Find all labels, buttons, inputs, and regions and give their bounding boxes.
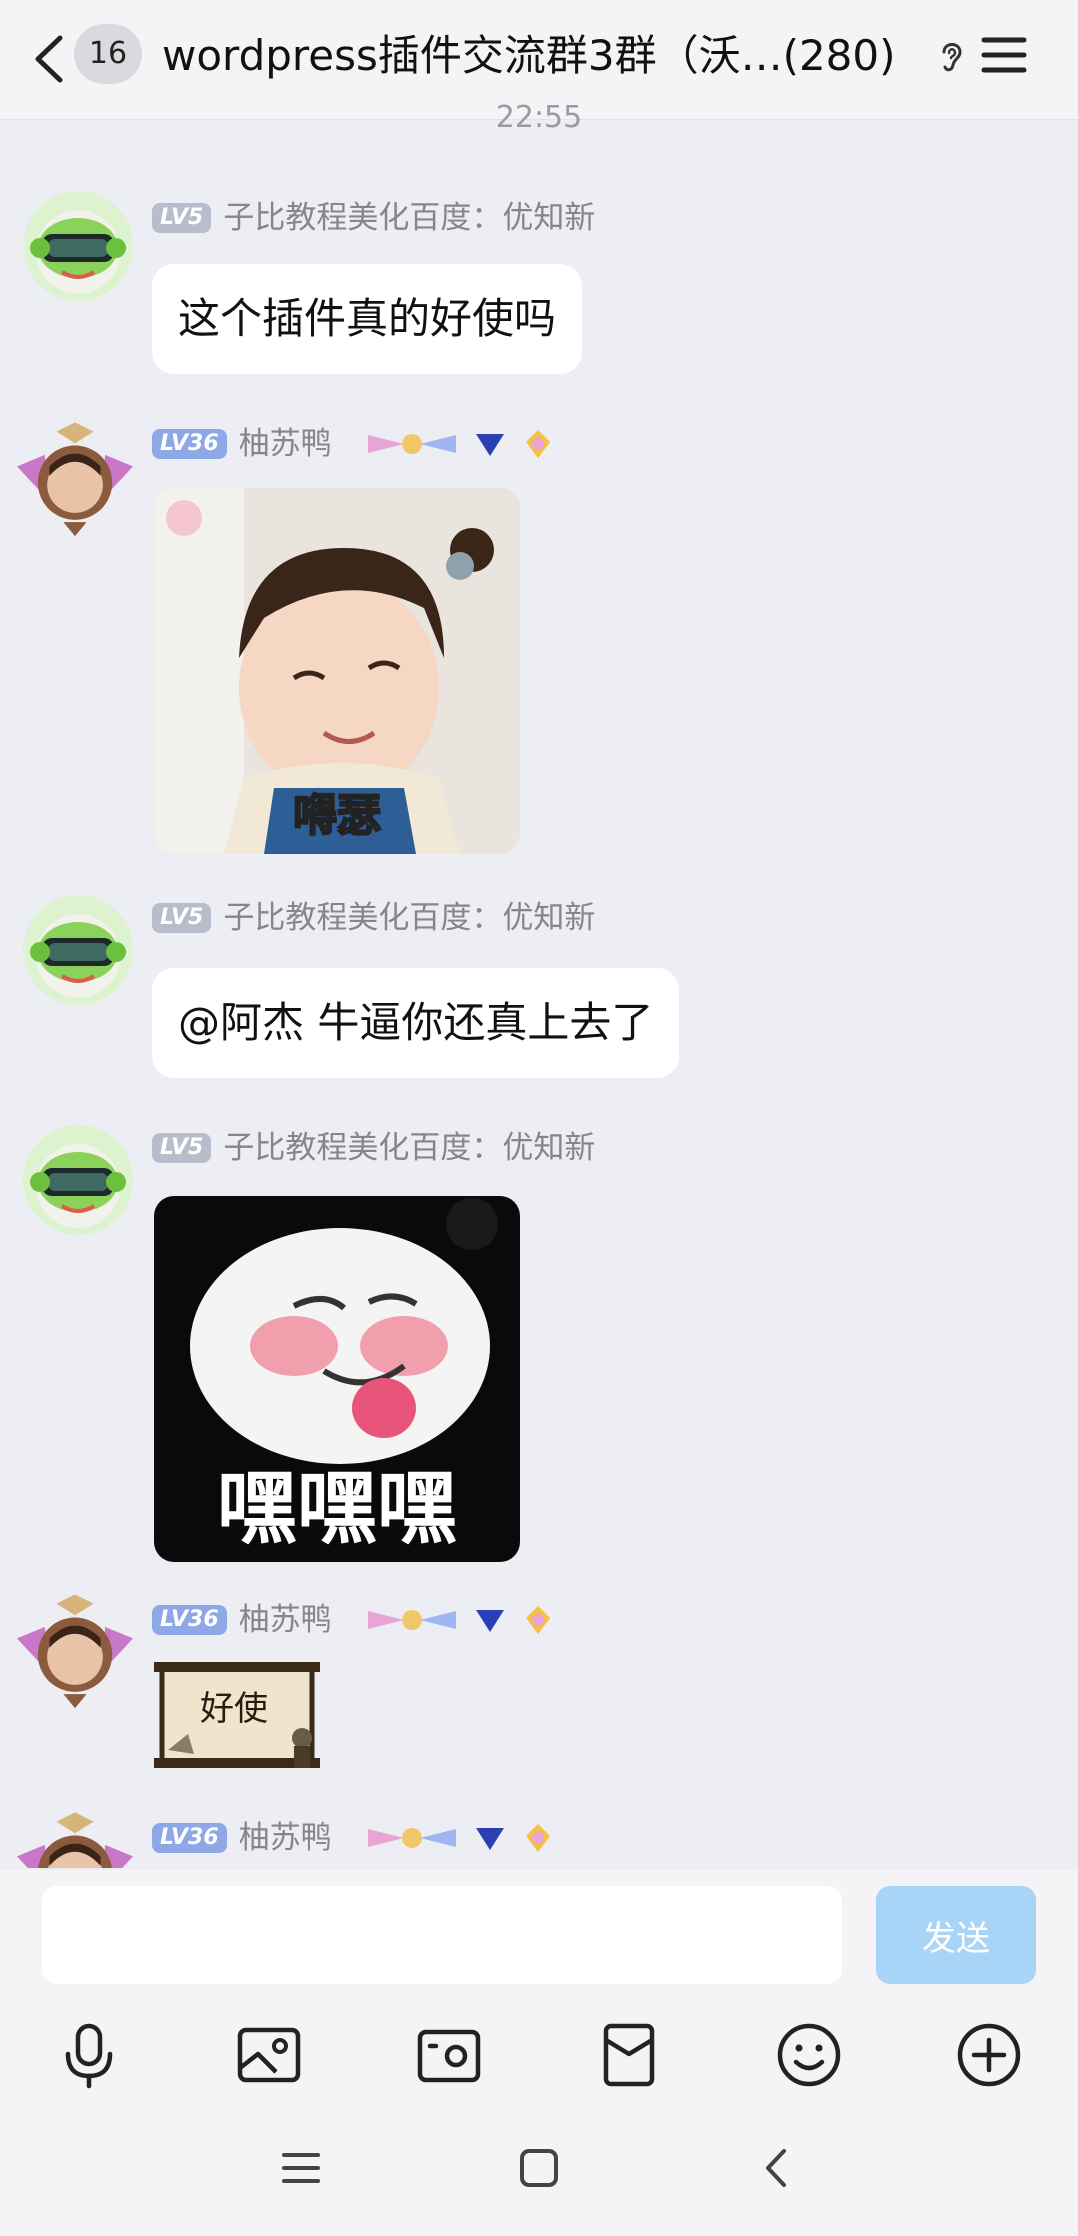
sender-row: LV36 柚苏鸭 bbox=[152, 424, 556, 464]
ear-mode-icon bbox=[942, 43, 962, 72]
sender-name[interactable]: 子比教程美化百度：优知新 bbox=[223, 898, 595, 938]
diamond-badge-icon bbox=[475, 1828, 504, 1850]
group-title[interactable]: wordpress插件交流群3群（沃…(280) bbox=[162, 26, 932, 86]
sender-row: LV36 柚苏鸭 bbox=[152, 1818, 556, 1858]
avatar[interactable] bbox=[10, 1592, 140, 1722]
message-bubble[interactable]: @阿杰 牛逼你还真上去了 bbox=[152, 968, 680, 1078]
unread-count-badge[interactable]: 16 bbox=[74, 24, 142, 84]
back-arrow-icon[interactable] bbox=[30, 32, 70, 86]
sender-name[interactable]: 柚苏鸭 bbox=[239, 424, 332, 464]
diamond-badge-icon bbox=[475, 1610, 504, 1632]
message-bubble[interactable]: 这个插件真的好使吗 bbox=[152, 264, 583, 374]
level-badge: LV5 bbox=[152, 203, 212, 233]
sender-name[interactable]: 柚苏鸭 bbox=[239, 1818, 332, 1858]
plus-icon[interactable] bbox=[954, 2020, 1024, 2090]
crown-badge-icon bbox=[525, 1824, 550, 1852]
sender-name[interactable]: 子比教程美化百度：优知新 bbox=[223, 1128, 595, 1168]
title-badge-icon bbox=[367, 1610, 456, 1630]
recent-apps-icon[interactable] bbox=[278, 2145, 324, 2191]
home-icon[interactable] bbox=[516, 2145, 562, 2191]
avatar[interactable] bbox=[22, 894, 134, 1006]
level-badge: LV36 bbox=[152, 1823, 227, 1853]
avatar[interactable] bbox=[22, 190, 134, 302]
sender-row: LV5 子比教程美化百度：优知新 bbox=[152, 898, 595, 938]
sticker-caption: 嘿嘿嘿 bbox=[217, 1462, 457, 1555]
send-button[interactable]: 发送 bbox=[876, 1886, 1036, 1984]
menu-icon[interactable] bbox=[980, 32, 1028, 78]
avatar[interactable] bbox=[10, 1810, 140, 1868]
title-badge-icon bbox=[367, 434, 456, 454]
sender-row: LV5 子比教程美化百度：优知新 bbox=[152, 198, 595, 238]
sender-name[interactable]: 柚苏鸭 bbox=[239, 1600, 332, 1640]
red-packet-icon[interactable] bbox=[594, 2020, 664, 2090]
sticker-caption: 嘚瑟 bbox=[293, 790, 381, 841]
diamond-badge-icon bbox=[475, 434, 504, 456]
camera-icon[interactable] bbox=[414, 2020, 484, 2090]
system-back-icon[interactable] bbox=[754, 2145, 800, 2191]
sticker-image[interactable]: 好使 bbox=[154, 1654, 330, 1784]
emoji-icon[interactable] bbox=[774, 2020, 844, 2090]
avatar[interactable] bbox=[10, 420, 140, 550]
sticker-image[interactable]: 嘿嘿嘿 bbox=[154, 1196, 520, 1562]
level-badge: LV36 bbox=[152, 1605, 227, 1635]
message-input[interactable] bbox=[42, 1886, 842, 1984]
level-badge: LV5 bbox=[152, 903, 212, 933]
crown-badge-icon bbox=[525, 430, 550, 458]
avatar[interactable] bbox=[22, 1124, 134, 1236]
message-timestamp: 22:55 bbox=[495, 100, 583, 135]
title-badge-icon bbox=[367, 1828, 456, 1848]
mic-icon[interactable] bbox=[54, 2020, 124, 2090]
message-item: LV36 柚苏鸭 bbox=[0, 1810, 1078, 1868]
sender-row: LV5 子比教程美化百度：优知新 bbox=[152, 1128, 595, 1168]
chat-screen: 16 wordpress插件交流群3群（沃…(280) 22:55 LV5 子比… bbox=[0, 0, 1078, 2236]
image-icon[interactable] bbox=[234, 2020, 304, 2090]
sender-row: LV36 柚苏鸭 bbox=[152, 1600, 556, 1640]
sticker-image[interactable]: 嘚瑟 bbox=[154, 488, 520, 854]
sticker-caption: 好使 bbox=[200, 1689, 268, 1729]
level-badge: LV36 bbox=[152, 429, 227, 459]
sender-name[interactable]: 子比教程美化百度：优知新 bbox=[223, 198, 595, 238]
crown-badge-icon bbox=[525, 1606, 550, 1634]
level-badge: LV5 bbox=[152, 1133, 212, 1163]
